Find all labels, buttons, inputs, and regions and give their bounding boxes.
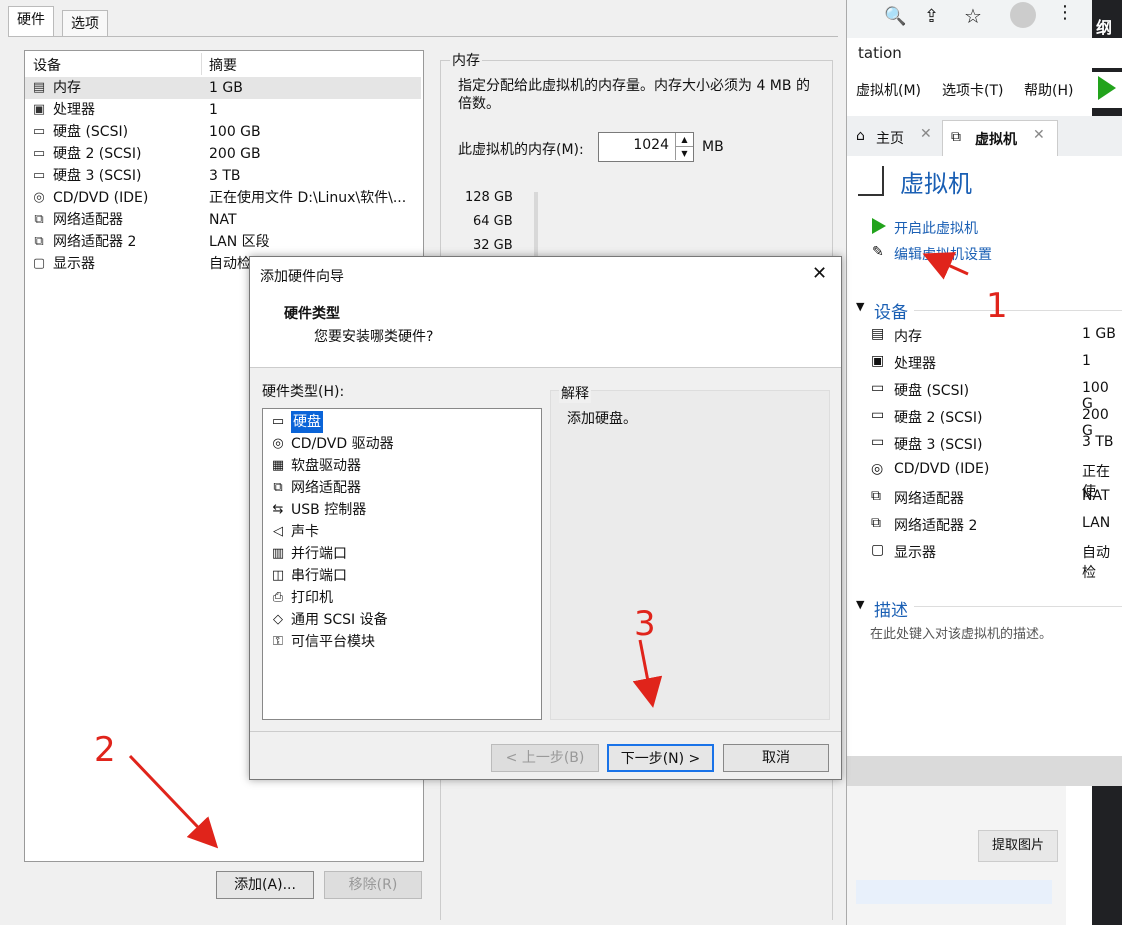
annotation-arrows (128, 252, 969, 849)
arrow-3 (632, 639, 663, 708)
arrow-1 (922, 252, 969, 280)
arrow-2 (128, 754, 219, 849)
